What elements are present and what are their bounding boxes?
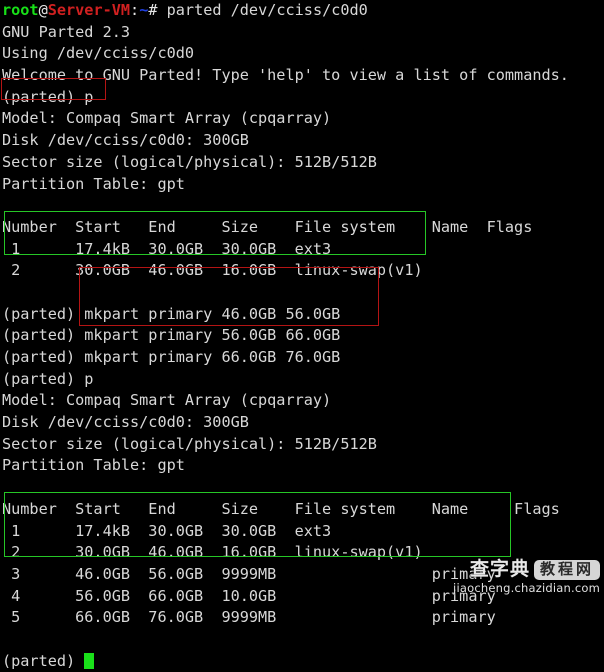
terminal-line-prompt: root@Server-VM:~# parted /dev/cciss/c0d0 bbox=[2, 0, 602, 22]
terminal-line-parted-prompt: (parted) mkpart primary 66.0GB 76.0GB bbox=[2, 348, 341, 366]
terminal-line-output: Model: Compaq Smart Array (cpqarray) bbox=[2, 391, 332, 410]
partition-table-row: 1 17.4kB 30.0GB 30.0GB ext3 bbox=[2, 521, 332, 540]
terminal-line-output: Disk /dev/cciss/c0d0: 300GB bbox=[2, 131, 249, 150]
watermark-row: 查字典 教程网 bbox=[453, 558, 600, 580]
terminal-line-output: Sector size (logical/physical): 512B/512… bbox=[2, 152, 377, 171]
partition-table-header: Number Start End Size File system Name F… bbox=[2, 217, 533, 236]
terminal-line-parted-prompt: (parted) p bbox=[2, 369, 94, 388]
terminal-window[interactable]: root@Server-VM:~# parted /dev/cciss/c0d0… bbox=[0, 0, 604, 670]
terminal-line-parted-prompt: (parted) mkpart primary 46.0GB 56.0GB bbox=[2, 304, 341, 323]
prompt-user: root bbox=[2, 1, 39, 19]
terminal-line-output: Sector size (logical/physical): 512B/512… bbox=[2, 434, 377, 453]
prompt-colon: : bbox=[130, 1, 140, 19]
prompt-at: @ bbox=[38, 1, 48, 19]
partition-table-row: 1 17.4kB 30.0GB 30.0GB ext3 bbox=[2, 239, 332, 258]
terminal-line-output: Partition Table: gpt bbox=[2, 174, 185, 193]
partition-table-header: Number Start End Size File system Name F… bbox=[2, 499, 560, 518]
terminal-line-parted-prompt: (parted) mkpart primary 56.0GB 66.0GB bbox=[2, 326, 341, 345]
terminal-line-output: Using /dev/cciss/c0d0 bbox=[2, 44, 195, 63]
watermark-badge-text: 教程网 bbox=[533, 559, 600, 580]
prompt-path: ~ bbox=[139, 1, 149, 19]
shell-command: parted /dev/cciss/c0d0 bbox=[166, 1, 368, 19]
terminal-line-parted-prompt: (parted) p bbox=[2, 87, 94, 106]
watermark-main-text: 查字典 bbox=[469, 558, 530, 580]
terminal-line-output: Model: Compaq Smart Array (cpqarray) bbox=[2, 109, 332, 128]
parted-prompt-label: (parted) bbox=[2, 651, 85, 670]
prompt-host: Server-VM bbox=[47, 1, 131, 19]
terminal-line-output: Disk /dev/cciss/c0d0: 300GB bbox=[2, 413, 249, 432]
terminal-line-output: Welcome to GNU Parted! Type 'help' to vi… bbox=[2, 66, 569, 85]
watermark-url: jiaocheng.chazidian.com bbox=[453, 580, 600, 595]
terminal-line-active-prompt[interactable]: (parted) bbox=[2, 651, 602, 672]
partition-table-row: 5 66.0GB 76.0GB 9999MB primary bbox=[2, 608, 496, 627]
terminal-line-output: Partition Table: gpt bbox=[2, 456, 185, 475]
partition-table-row: 2 30.0GB 46.0GB 16.0GB linux-swap(v1) bbox=[2, 261, 423, 280]
watermark: 查字典 教程网 jiaocheng.chazidian.com bbox=[453, 558, 600, 595]
text-cursor bbox=[84, 652, 94, 669]
prompt-sigil: # bbox=[148, 1, 167, 19]
terminal-line-output: GNU Parted 2.3 bbox=[2, 22, 131, 41]
